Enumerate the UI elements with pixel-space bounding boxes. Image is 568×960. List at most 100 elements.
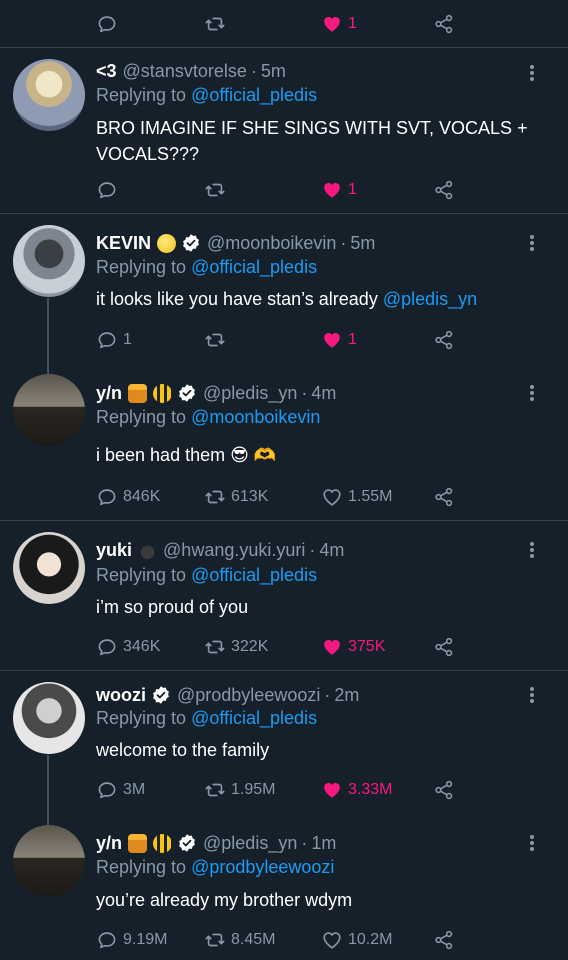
username[interactable]: @moonboikevin (207, 233, 336, 254)
tweet-text: you’re already my brother wdym (96, 890, 353, 910)
replying-to-mention[interactable]: @official_pledis (191, 708, 317, 728)
action-bar: 846K 613K 1.55M (96, 482, 458, 512)
reply-button[interactable]: 1 (96, 325, 132, 355)
like-button[interactable]: 375K (321, 632, 385, 662)
heart-icon (321, 13, 343, 35)
reply-button[interactable]: 9.19M (96, 925, 167, 955)
avatar[interactable] (13, 825, 85, 897)
display-name[interactable]: yuki (96, 540, 132, 561)
avatar[interactable] (13, 682, 85, 754)
display-name[interactable]: y/n (96, 383, 122, 404)
display-name[interactable]: woozi (96, 685, 146, 706)
tweet-header: KEVIN @moonboikevin · 5m (96, 230, 518, 256)
share-button[interactable] (433, 9, 455, 39)
mention-link[interactable]: @pledis_yn (383, 289, 477, 309)
username[interactable]: @pledis_yn (203, 383, 297, 404)
reply-button[interactable]: 846K (96, 482, 160, 512)
avatar[interactable] (13, 59, 85, 131)
display-name[interactable]: y/n (96, 833, 122, 854)
replying-to-mention[interactable]: @official_pledis (191, 257, 317, 277)
username[interactable]: @hwang.yuki.yuri (163, 540, 305, 561)
retweet-icon (204, 779, 226, 801)
like-button[interactable]: 1 (321, 175, 357, 205)
like-button[interactable]: 1.55M (321, 482, 392, 512)
thread-line (47, 298, 49, 374)
tweet-header: y/n @pledis_yn · 1m (96, 830, 518, 856)
more-icon[interactable] (530, 63, 536, 83)
replying-to: Replying to @prodbyleewoozi (96, 857, 335, 877)
share-icon (433, 929, 455, 951)
timestamp[interactable]: 4m (311, 383, 336, 404)
timestamp[interactable]: 4m (319, 540, 344, 561)
username[interactable]: @stansvtorelse (123, 61, 247, 82)
display-name[interactable]: <3 (96, 61, 117, 82)
more-icon[interactable] (530, 383, 536, 403)
retweet-button[interactable]: 322K (204, 632, 268, 662)
heart-icon (321, 329, 343, 351)
cat-emoji (138, 540, 158, 560)
replying-to-mention[interactable]: @prodbyleewoozi (191, 857, 334, 877)
retweet-icon (204, 329, 226, 351)
action-bar: 346K 322K 375K (96, 632, 458, 662)
heart-icon (321, 636, 343, 658)
honey-pot-emoji (128, 383, 148, 403)
tweet-header: <3 @stansvtorelse · 5m (96, 58, 518, 84)
reply-button[interactable]: 3M (96, 775, 145, 805)
more-icon[interactable] (530, 540, 536, 560)
timestamp[interactable]: 2m (334, 685, 359, 706)
reply-button[interactable] (96, 175, 123, 205)
verified-icon (177, 383, 197, 403)
retweet-button[interactable]: 613K (204, 482, 268, 512)
share-button[interactable] (433, 325, 455, 355)
timestamp[interactable]: 1m (311, 833, 336, 854)
action-bar: 3M 1.95M 3.33M (96, 775, 458, 805)
action-bar: 1 (96, 175, 458, 205)
share-icon (433, 636, 455, 658)
more-icon[interactable] (530, 833, 536, 853)
share-icon (433, 486, 455, 508)
like-button[interactable]: 1 (321, 9, 357, 39)
reply-icon (96, 179, 118, 201)
separator-dot: · (250, 60, 257, 81)
like-button[interactable]: 3.33M (321, 775, 392, 805)
retweet-icon (204, 929, 226, 951)
reply-icon (96, 486, 118, 508)
timestamp[interactable]: 5m (350, 233, 375, 254)
like-button[interactable]: 1 (321, 325, 357, 355)
bee-emoji (153, 833, 173, 853)
replying-to: Replying to @official_pledis (96, 85, 318, 105)
reply-button[interactable]: 346K (96, 632, 160, 662)
avatar[interactable] (13, 225, 85, 297)
heart-icon (321, 779, 343, 801)
tweet-header: yuki @hwang.yuki.yuri · 4m (96, 537, 518, 563)
timestamp[interactable]: 5m (261, 61, 286, 82)
replying-to-mention[interactable]: @official_pledis (191, 565, 317, 585)
separator-dot: · (309, 539, 316, 560)
share-button[interactable] (433, 925, 455, 955)
honey-pot-emoji (128, 833, 148, 853)
display-name[interactable]: KEVIN (96, 233, 151, 254)
more-icon[interactable] (530, 233, 536, 253)
username[interactable]: @prodbyleewoozi (177, 685, 320, 706)
more-icon[interactable] (530, 685, 536, 705)
retweet-button[interactable]: 8.45M (204, 925, 275, 955)
avatar[interactable] (13, 532, 85, 604)
retweet-button[interactable] (204, 175, 231, 205)
divider (0, 47, 568, 48)
reply-button[interactable] (96, 9, 123, 39)
like-button[interactable]: 10.2M (321, 925, 392, 955)
avatar[interactable] (13, 374, 85, 446)
share-button[interactable] (433, 175, 455, 205)
tweet-text: it looks like you have stan’s already @p… (96, 289, 478, 309)
share-button[interactable] (433, 632, 455, 662)
replying-to-mention[interactable]: @official_pledis (191, 85, 317, 105)
separator-dot: · (340, 232, 347, 253)
replying-to-mention[interactable]: @moonboikevin (191, 407, 320, 427)
share-button[interactable] (433, 775, 455, 805)
retweet-button[interactable]: 1.95M (204, 775, 275, 805)
retweet-button[interactable] (204, 9, 231, 39)
replying-to: Replying to @moonboikevin (96, 407, 321, 427)
username[interactable]: @pledis_yn (203, 833, 297, 854)
share-button[interactable] (433, 482, 455, 512)
retweet-button[interactable] (204, 325, 231, 355)
